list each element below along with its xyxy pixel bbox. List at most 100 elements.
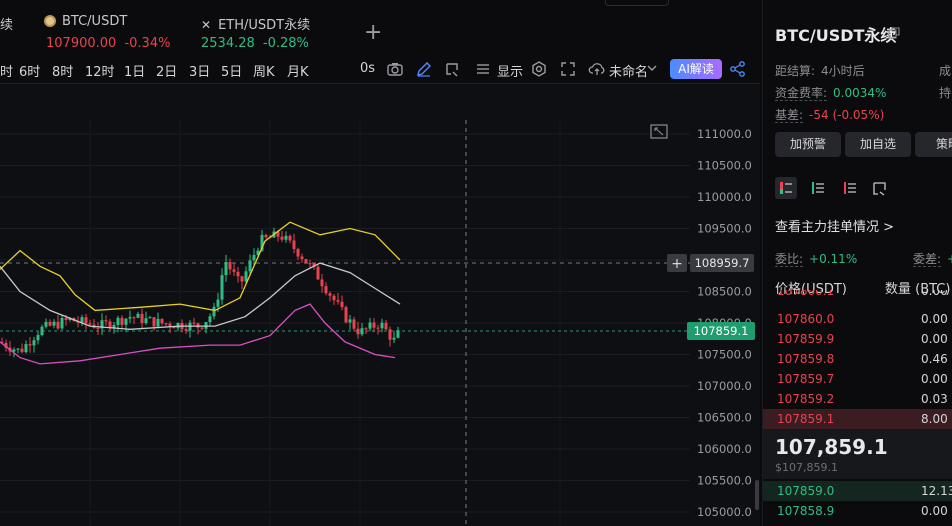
candle-body — [228, 262, 232, 270]
ticker-name: BTC/USDT — [62, 14, 128, 29]
candle-body — [104, 320, 108, 322]
ticker-tab-eth[interactable]: ✕ ETH/USDT永续 2534.28 -0.28% — [201, 14, 311, 51]
ask-row[interactable]: 107859.8 0.46 — [763, 349, 952, 369]
pencil-icon[interactable] — [415, 60, 433, 78]
bid-row[interactable]: 107858.9 0.00 — [763, 501, 952, 521]
top-button[interactable] — [605, 0, 669, 6]
settlement-label: 距结算: — [775, 64, 816, 78]
order-diff-row: 委差: + — [913, 250, 952, 267]
candle-body — [12, 349, 16, 352]
cloud-upload-icon[interactable] — [588, 60, 606, 78]
display-button[interactable]: 显示 — [497, 61, 523, 80]
candle-body — [232, 269, 236, 272]
ticker-tab[interactable]: 续 — [0, 14, 13, 33]
main-orders-link[interactable]: 查看主力挂单情况 > — [775, 216, 894, 235]
candle-body — [216, 299, 220, 307]
bollinger-upper-band — [0, 221, 401, 312]
add-alert-button[interactable]: 加预警 — [775, 132, 841, 157]
ai-interpret-button[interactable]: AI解读 — [670, 59, 722, 79]
ask-row[interactable]: 107860.1 0.00 — [763, 290, 952, 302]
bid-qty: 0.00 — [921, 504, 948, 518]
candle-body — [392, 337, 396, 340]
candle-body — [292, 240, 296, 249]
settings-icon[interactable] — [530, 60, 548, 78]
candle-body — [204, 322, 208, 329]
ticker-tab-btc[interactable]: BTC/USDT 107900.00 -0.34% — [44, 14, 170, 51]
candle-body — [88, 323, 92, 325]
timeframe-item[interactable]: 12时 — [85, 61, 115, 80]
ask-row[interactable]: 107859.7 0.00 — [763, 369, 952, 389]
candle-body — [24, 344, 28, 353]
ask-qty: 0.00 — [921, 372, 948, 386]
price-chart[interactable]: 111000.0110500.0110000.0109500.0109000.0… — [0, 84, 760, 526]
price-tick-label: 106500.0 — [697, 411, 752, 425]
bollinger-middle-band — [0, 262, 401, 330]
add-tab-button[interactable]: + — [364, 20, 382, 45]
timeframe-item[interactable]: 1日 — [124, 61, 145, 80]
ask-qty: 0.00 — [921, 312, 948, 326]
timeframe-item[interactable]: 周K — [253, 61, 275, 80]
chart-toolbar: 时 6时 8时 12时 1日 2日 3日 5日 周K 月K 0s 显示 未命名 … — [0, 56, 760, 84]
funding-label: 资金费率: — [775, 86, 828, 101]
price-tick-label: 105500.0 — [697, 474, 752, 488]
timeframe-item[interactable]: 月K — [287, 61, 309, 80]
candle-body — [396, 330, 400, 338]
candle-body — [84, 317, 88, 324]
candlestick-chart[interactable]: 111000.0110500.0110000.0109500.0109000.0… — [0, 84, 760, 526]
bid-row[interactable]: 107859.0 12.13 — [763, 481, 952, 501]
orderbook-bids-icon[interactable] — [807, 177, 829, 199]
camera-icon[interactable] — [386, 60, 404, 78]
candle-body — [156, 318, 160, 327]
candle-body — [20, 348, 24, 353]
ask-row[interactable]: 107859.9 0.00 — [763, 329, 952, 349]
timeframe-item[interactable]: 时 — [0, 61, 13, 80]
candle-body — [296, 248, 300, 257]
ask-qty: 0.00 — [921, 290, 948, 298]
candle-body — [252, 254, 256, 261]
basis-value: -54 (-0.05%) — [809, 108, 885, 122]
candle-body — [160, 318, 164, 324]
crosshair-price-tag: + 108959.7 — [667, 254, 754, 272]
chart-expand-icon[interactable] — [650, 124, 668, 139]
share-icon[interactable] — [729, 60, 747, 78]
fullscreen-bracket-icon[interactable] — [443, 60, 461, 78]
candle-body — [120, 317, 124, 325]
timeframe-item[interactable]: 8时 — [52, 61, 73, 80]
candle-body — [244, 271, 248, 282]
orderbook-both-icon[interactable] — [775, 177, 797, 199]
candle-body — [32, 340, 36, 346]
close-icon[interactable]: ✕ — [201, 18, 211, 32]
ask-row[interactable]: 107859.2 0.03 — [763, 389, 952, 409]
copy-icon[interactable] — [888, 27, 900, 39]
ask-price: 107859.7 — [777, 372, 835, 386]
add-watchlist-button[interactable]: 加自选 — [845, 132, 911, 157]
ask-qty: 0.03 — [921, 392, 948, 406]
candle-body — [40, 326, 44, 336]
strategy-button[interactable]: 策略 — [915, 132, 952, 157]
timeframe-item[interactable]: 2日 — [156, 61, 177, 80]
candle-body — [384, 322, 388, 330]
candle-body — [224, 262, 228, 276]
bid-price: 107859.0 — [777, 484, 835, 498]
orderbook-asks-icon[interactable] — [839, 177, 861, 199]
timeframe-item[interactable]: 5日 — [221, 61, 242, 80]
ask-price: 107860.0 — [777, 312, 835, 326]
price-tick-label: 111000.0 — [697, 127, 752, 141]
indicator-list-icon[interactable] — [474, 60, 492, 78]
layout-name-dropdown[interactable]: 未命名 — [609, 61, 648, 80]
ticker-name: ETH/USDT永续 — [218, 18, 311, 33]
ask-row[interactable]: 107859.1 8.00 — [763, 409, 952, 429]
chevron-down-icon[interactable] — [646, 62, 658, 74]
timeframe-item[interactable]: 3日 — [189, 61, 210, 80]
ticker-name: 续 — [0, 18, 14, 33]
expand-icon[interactable] — [559, 60, 577, 78]
scrollbar[interactable] — [755, 480, 759, 510]
diff-value: + — [947, 252, 952, 266]
seconds-toggle[interactable]: 0s — [360, 61, 375, 76]
ask-row[interactable]: 107860.0 0.00 — [763, 309, 952, 329]
ticker-tabs: 续 BTC/USDT 107900.00 -0.34% ✕ ETH/USDT永续 … — [0, 10, 760, 56]
candle-body — [364, 328, 368, 330]
orderbook-trades-icon[interactable] — [869, 177, 891, 199]
settlement-value: 4小时后 — [821, 64, 865, 78]
timeframe-item[interactable]: 6时 — [19, 61, 40, 80]
